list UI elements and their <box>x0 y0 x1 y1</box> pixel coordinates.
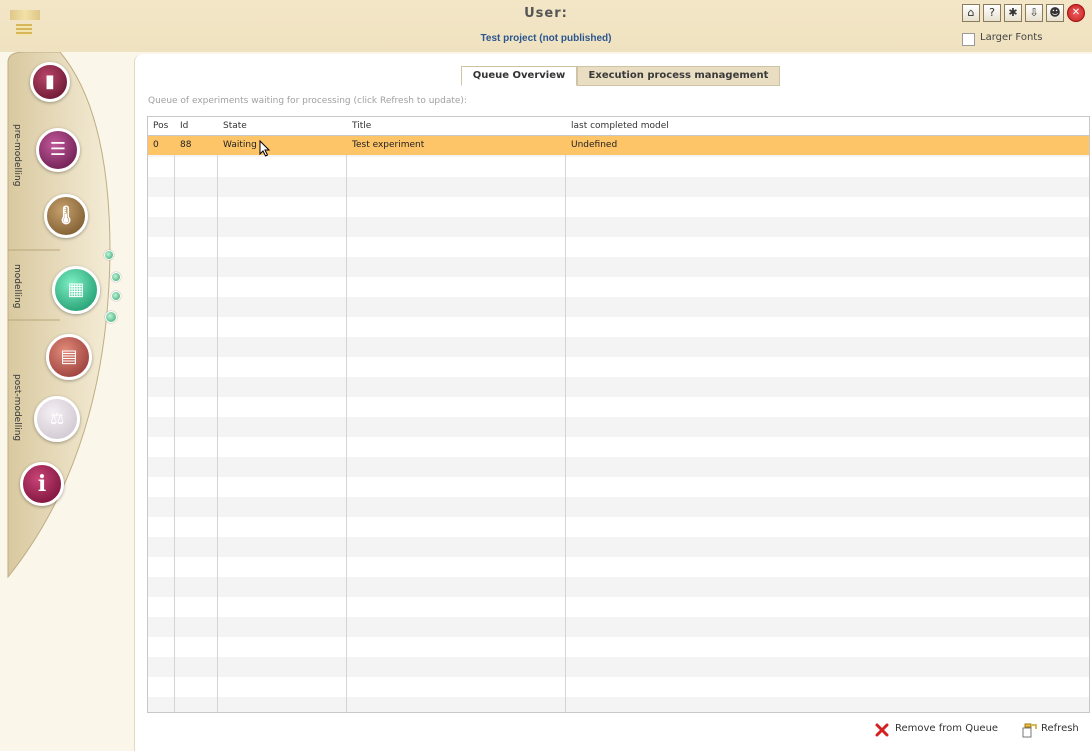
column-header-pos[interactable]: Pos <box>148 117 174 135</box>
larger-fonts-label: Larger Fonts <box>980 32 1043 43</box>
queue-info-text: Queue of experiments waiting for process… <box>148 96 467 106</box>
info-icon[interactable]: i <box>20 462 64 506</box>
cell-title: Test experiment <box>352 140 425 150</box>
section-label-pre-modelling: pre-modelling <box>12 124 22 187</box>
cell-pos: 0 <box>153 140 159 150</box>
calculator-icon[interactable]: ▦ <box>52 266 100 314</box>
queue-table: Pos Id State Title last completed model … <box>147 116 1090 713</box>
main-panel: Queue Overview Execution process managem… <box>134 54 1092 751</box>
column-header-state[interactable]: State <box>218 117 346 135</box>
tab-execution-process-management[interactable]: Execution process management <box>577 66 780 86</box>
thermometer-icon[interactable]: 🌡 <box>44 194 88 238</box>
close-icon[interactable]: ✕ <box>1067 4 1085 22</box>
scales-icon[interactable]: ⚖ <box>34 396 80 442</box>
bug-icon[interactable]: ✱ <box>1004 4 1022 22</box>
action-bar: Remove from Queue Refresh <box>135 718 1092 742</box>
column-header-last-completed-model[interactable]: last completed model <box>566 117 1086 135</box>
home-icon[interactable]: ⌂ <box>962 4 980 22</box>
help-icon[interactable]: ? <box>983 4 1001 22</box>
mouse-cursor-icon <box>259 140 271 157</box>
project-label: Test project (not published) <box>480 33 612 44</box>
remove-icon <box>875 723 889 737</box>
users-icon[interactable]: ☻ <box>1046 4 1064 22</box>
column-header-title[interactable]: Title <box>347 117 565 135</box>
app-header: User: Test project (not published) ⌂ ? ✱… <box>0 0 1092 52</box>
remove-from-queue-label: Remove from Queue <box>895 723 999 734</box>
cell-id: 88 <box>180 140 192 150</box>
step-dot-3[interactable] <box>111 291 121 301</box>
database-icon[interactable]: ☰ <box>36 128 80 172</box>
section-label-post-modelling: post-modelling <box>12 374 22 442</box>
section-label-modelling: modelling <box>12 264 22 309</box>
sidebar: pre-modelling modelling post-modelling ▮… <box>0 52 135 751</box>
column-header-id[interactable]: Id <box>175 117 217 135</box>
cell-state: Waiting <box>223 140 257 150</box>
cell-last-completed-model: Undefined <box>571 140 618 150</box>
table-header: Pos Id State Title last completed model <box>148 117 1089 136</box>
user-label: User: <box>524 6 568 21</box>
step-dot-4-active[interactable] <box>105 311 117 323</box>
clipboard-icon[interactable]: ▮ <box>30 62 70 102</box>
table-row[interactable]: 0 88 Waiting Test experiment Undefined <box>148 136 1089 157</box>
step-dot-1[interactable] <box>104 250 114 260</box>
step-dot-2[interactable] <box>111 272 121 282</box>
larger-fonts-checkbox[interactable] <box>962 33 975 46</box>
tab-queue-overview[interactable]: Queue Overview <box>461 66 577 86</box>
refresh-label: Refresh <box>1041 723 1079 734</box>
chart-icon[interactable]: ▤ <box>46 334 92 380</box>
upload-icon[interactable]: ⇩ <box>1025 4 1043 22</box>
refresh-icon <box>1022 723 1037 738</box>
